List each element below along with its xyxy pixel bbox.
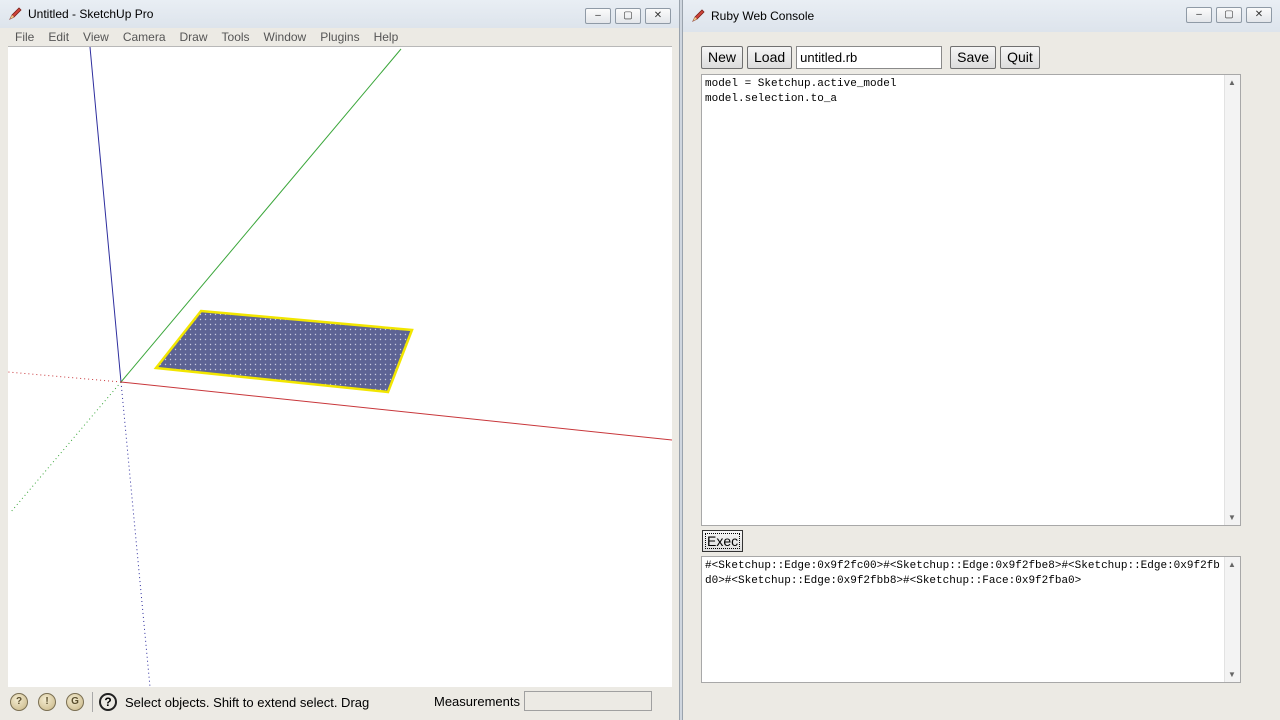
save-button[interactable]: Save bbox=[950, 46, 997, 69]
console-titlebar[interactable]: Ruby Web Console – ▢ ✕ bbox=[683, 0, 1280, 32]
output-scrollbar[interactable]: ▲ ▼ bbox=[1224, 557, 1240, 682]
status-bar: ? ! G ? Select objects. Shift to extend … bbox=[8, 688, 672, 716]
output-text: #<Sketchup::Edge:0x9f2fc00>#<Sketchup::E… bbox=[705, 560, 1220, 587]
console-title: Ruby Web Console bbox=[711, 9, 815, 23]
menu-camera[interactable]: Camera bbox=[116, 30, 173, 44]
geolocation-icon[interactable]: ? bbox=[10, 693, 28, 711]
close-button[interactable]: ✕ bbox=[1246, 7, 1272, 23]
code-editor[interactable]: model = Sketchup.active_model model.sele… bbox=[701, 74, 1241, 526]
menu-draw[interactable]: Draw bbox=[173, 30, 215, 44]
measurements-input[interactable] bbox=[524, 691, 652, 711]
question-icon[interactable]: ? bbox=[99, 693, 117, 711]
quit-button[interactable]: Quit bbox=[1000, 46, 1040, 69]
sketchup-titlebar[interactable]: Untitled - SketchUp Pro – ▢ ✕ bbox=[0, 0, 679, 28]
menu-tools[interactable]: Tools bbox=[215, 30, 257, 44]
maximize-button[interactable]: ▢ bbox=[1216, 7, 1242, 23]
exec-button[interactable]: Exec bbox=[702, 530, 744, 552]
code-text: model = Sketchup.active_model model.sele… bbox=[705, 78, 897, 105]
menu-edit[interactable]: Edit bbox=[41, 30, 76, 44]
selected-face[interactable] bbox=[153, 309, 414, 394]
green-axis-negative bbox=[9, 381, 122, 514]
code-scrollbar[interactable]: ▲ ▼ bbox=[1224, 75, 1240, 525]
credits-icon[interactable]: ! bbox=[38, 693, 56, 711]
window-scrollbar[interactable] bbox=[1255, 34, 1272, 712]
maximize-button[interactable]: ▢ bbox=[615, 8, 641, 24]
status-hint: Select objects. Shift to extend select. … bbox=[125, 694, 370, 710]
scroll-up-icon[interactable]: ▲ bbox=[1228, 560, 1236, 569]
google-icon[interactable]: G bbox=[66, 693, 84, 711]
sketchup-pencil-icon bbox=[8, 7, 22, 21]
console-window-controls: – ▢ ✕ bbox=[1186, 7, 1272, 23]
menu-window[interactable]: Window bbox=[257, 30, 314, 44]
ruby-console-window: Ruby Web Console – ▢ ✕ New Load untitled… bbox=[682, 0, 1280, 720]
filename-input[interactable]: untitled.rb bbox=[796, 46, 943, 69]
scroll-down-icon[interactable]: ▼ bbox=[1228, 513, 1236, 522]
minimize-button[interactable]: – bbox=[1186, 7, 1212, 23]
sketchup-window: Untitled - SketchUp Pro – ▢ ✕ File Edit … bbox=[0, 0, 680, 720]
scroll-down-icon[interactable]: ▼ bbox=[1228, 670, 1236, 679]
scene-canvas bbox=[8, 47, 672, 687]
status-divider bbox=[92, 692, 93, 712]
red-axis bbox=[120, 381, 672, 441]
measurements-label: Measurements bbox=[434, 694, 520, 709]
sketchup-pencil-icon bbox=[691, 9, 705, 23]
menu-help[interactable]: Help bbox=[367, 30, 406, 44]
console-toolbar: New Load untitled.rb Save Quit bbox=[701, 46, 1044, 69]
window-title: Untitled - SketchUp Pro bbox=[28, 7, 154, 21]
menu-plugins[interactable]: Plugins bbox=[313, 30, 366, 44]
load-button[interactable]: Load bbox=[747, 46, 793, 69]
modeling-viewport[interactable] bbox=[8, 46, 672, 687]
scroll-up-icon[interactable]: ▲ bbox=[1228, 78, 1236, 87]
blue-axis bbox=[89, 47, 122, 383]
menu-file[interactable]: File bbox=[8, 30, 41, 44]
window-controls: – ▢ ✕ bbox=[585, 8, 671, 24]
blue-axis-negative bbox=[120, 381, 151, 687]
output-console[interactable]: #<Sketchup::Edge:0x9f2fc00>#<Sketchup::E… bbox=[701, 556, 1241, 683]
red-axis-negative bbox=[8, 371, 122, 383]
menu-view[interactable]: View bbox=[76, 30, 116, 44]
close-button[interactable]: ✕ bbox=[645, 8, 671, 24]
minimize-button[interactable]: – bbox=[585, 8, 611, 24]
new-button[interactable]: New bbox=[701, 46, 744, 69]
menu-bar: File Edit View Camera Draw Tools Window … bbox=[8, 28, 672, 46]
